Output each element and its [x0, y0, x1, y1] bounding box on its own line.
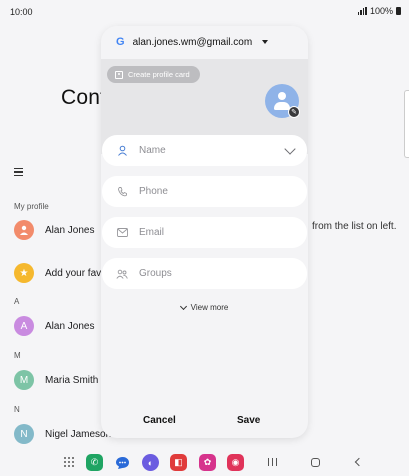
- contact-name: Alan Jones: [45, 320, 95, 332]
- save-button[interactable]: Save: [237, 415, 260, 426]
- gallery-app-icon[interactable]: ✿: [199, 454, 216, 471]
- groups-field-label: Groups: [139, 268, 172, 279]
- phone-icon: [116, 186, 128, 198]
- section-label-n: N: [14, 405, 20, 414]
- home-button[interactable]: [311, 458, 320, 467]
- avatar: M: [14, 370, 34, 390]
- star-icon: ★: [19, 267, 29, 279]
- contact-row[interactable]: A Alan Jones: [14, 316, 94, 336]
- contact-name: Add your fav: [45, 267, 102, 279]
- view-more-label: View more: [190, 303, 229, 312]
- edit-photo-icon[interactable]: ✎: [288, 106, 300, 118]
- section-label-m: M: [14, 351, 21, 360]
- profile-card-icon: [115, 70, 123, 79]
- account-selector[interactable]: G alan.jones.wm@gmail.com: [116, 36, 269, 48]
- battery-icon: [396, 7, 401, 15]
- email-field-label: Email: [139, 227, 165, 238]
- avatar: [14, 220, 34, 240]
- section-label-a: A: [14, 297, 20, 306]
- edge-panel-handle[interactable]: [404, 90, 409, 158]
- contact-name: Alan Jones: [45, 224, 95, 236]
- cancel-button[interactable]: Cancel: [143, 415, 176, 426]
- person-icon: [278, 92, 286, 100]
- mail-icon: [116, 227, 128, 239]
- phone-app-icon[interactable]: ✆: [86, 454, 103, 471]
- contact-name: Nigel Jameson: [45, 428, 112, 440]
- contacts-title: Cont: [61, 86, 107, 109]
- camera-app-icon[interactable]: ◉: [227, 454, 244, 471]
- internet-app-icon[interactable]: ◐: [142, 454, 159, 471]
- name-field[interactable]: Name: [102, 135, 307, 166]
- taskbar: ✆ ◐ ◧ ✿ ◉: [0, 448, 409, 476]
- contact-row[interactable]: N Nigel Jameson: [14, 424, 111, 444]
- contact-row-my-profile[interactable]: Alan Jones: [14, 220, 94, 240]
- section-label-my-profile: My profile: [14, 202, 49, 211]
- account-email: alan.jones.wm@gmail.com: [132, 36, 253, 48]
- create-contact-dialog: G alan.jones.wm@gmail.com Create profile…: [101, 26, 308, 438]
- chevron-down-icon: [179, 302, 187, 310]
- person-outline-icon: [116, 145, 128, 157]
- phone-field-label: Phone: [139, 186, 168, 197]
- apps-grid-icon[interactable]: [64, 457, 74, 467]
- view-more-button[interactable]: View more: [101, 302, 308, 312]
- store-app-icon[interactable]: ◧: [170, 454, 187, 471]
- name-field-label: Name: [139, 145, 166, 156]
- avatar: A: [14, 316, 34, 336]
- phone-field[interactable]: Phone: [102, 176, 307, 207]
- chevron-down-icon[interactable]: [284, 143, 296, 155]
- back-button[interactable]: [354, 457, 364, 467]
- avatar: ★: [14, 263, 34, 283]
- groups-icon: [116, 268, 128, 280]
- recents-button[interactable]: [268, 458, 278, 466]
- status-bar: 10:00 100%: [0, 0, 409, 24]
- caret-down-icon: [262, 40, 269, 44]
- contact-row-favorites[interactable]: ★ Add your fav: [14, 263, 101, 283]
- contact-row[interactable]: M Maria Smith: [14, 370, 98, 390]
- avatar: N: [14, 424, 34, 444]
- google-icon: G: [116, 36, 125, 48]
- menu-icon[interactable]: [14, 168, 23, 176]
- create-profile-card-button[interactable]: Create profile card: [107, 66, 200, 83]
- battery-percent: 100%: [369, 6, 393, 16]
- person-icon: [20, 225, 28, 235]
- status-time: 10:00: [10, 7, 33, 17]
- signal-icon: [357, 7, 367, 15]
- messages-app-icon[interactable]: [114, 454, 131, 471]
- email-field[interactable]: Email: [102, 217, 307, 248]
- contact-name: Maria Smith: [45, 374, 99, 386]
- groups-field[interactable]: Groups: [102, 258, 307, 289]
- detail-placeholder-text: from the list on left.: [312, 221, 397, 232]
- status-right: 100%: [357, 6, 401, 16]
- create-profile-card-label: Create profile card: [128, 70, 190, 79]
